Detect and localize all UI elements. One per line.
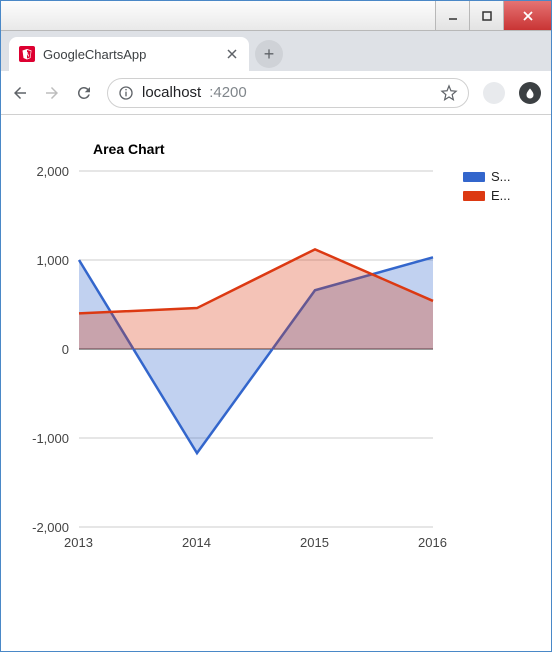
browser-toolbar: localhost :4200	[1, 71, 551, 115]
angular-favicon-icon: A	[19, 46, 35, 62]
chart-svg	[19, 163, 459, 563]
y-tick-label: 1,000	[36, 253, 69, 268]
browser-tab[interactable]: A GoogleChartsApp	[9, 37, 249, 71]
legend-item[interactable]: E...	[463, 188, 519, 203]
svg-text:A: A	[25, 52, 30, 59]
info-icon	[118, 85, 134, 101]
legend-item[interactable]: S...	[463, 169, 519, 184]
y-tick-label: -2,000	[32, 520, 69, 535]
drop-icon	[524, 87, 536, 99]
new-tab-button[interactable]: +	[255, 40, 283, 68]
legend-label: S...	[491, 169, 519, 184]
area-chart: S... E... 2,000 1,000 0 -1,000 -2,000 20…	[19, 163, 519, 583]
tab-title: GoogleChartsApp	[43, 47, 217, 62]
legend-label: E...	[491, 188, 519, 203]
legend-swatch-icon	[463, 172, 485, 182]
star-icon[interactable]	[440, 84, 458, 102]
browser-window: A GoogleChartsApp + localhost :4200	[0, 0, 552, 652]
x-tick-label: 2016	[418, 535, 447, 550]
tab-close-button[interactable]	[225, 47, 239, 61]
back-button[interactable]	[11, 84, 29, 102]
url-host: localhost	[142, 84, 201, 101]
y-tick-label: 2,000	[36, 164, 69, 179]
x-tick-label: 2013	[64, 535, 93, 550]
reload-button[interactable]	[75, 84, 93, 102]
y-tick-label: 0	[62, 342, 69, 357]
forward-button[interactable]	[43, 84, 61, 102]
close-icon	[227, 49, 237, 59]
page-content: Area Chart S... E... 2,000 1,000 0 -1,00…	[1, 115, 551, 651]
reload-icon	[75, 84, 93, 102]
x-tick-label: 2014	[182, 535, 211, 550]
close-icon	[521, 9, 535, 23]
profile-avatar[interactable]	[483, 82, 505, 104]
window-minimize-button[interactable]	[435, 1, 469, 30]
legend-swatch-icon	[463, 191, 485, 201]
plus-icon: +	[264, 44, 275, 65]
window-close-button[interactable]	[503, 1, 551, 30]
address-bar[interactable]: localhost :4200	[107, 78, 469, 108]
tab-strip: A GoogleChartsApp +	[1, 31, 551, 71]
minimize-icon	[447, 10, 459, 22]
window-titlebar	[1, 1, 551, 31]
arrow-right-icon	[43, 84, 61, 102]
url-port: :4200	[209, 84, 247, 101]
arrow-left-icon	[11, 84, 29, 102]
x-tick-label: 2015	[300, 535, 329, 550]
maximize-icon	[481, 10, 493, 22]
chart-legend: S... E...	[463, 169, 519, 207]
y-tick-label: -1,000	[32, 431, 69, 446]
extension-button[interactable]	[519, 82, 541, 104]
chart-title: Area Chart	[93, 141, 533, 157]
window-maximize-button[interactable]	[469, 1, 503, 30]
area-series-e	[79, 249, 433, 349]
